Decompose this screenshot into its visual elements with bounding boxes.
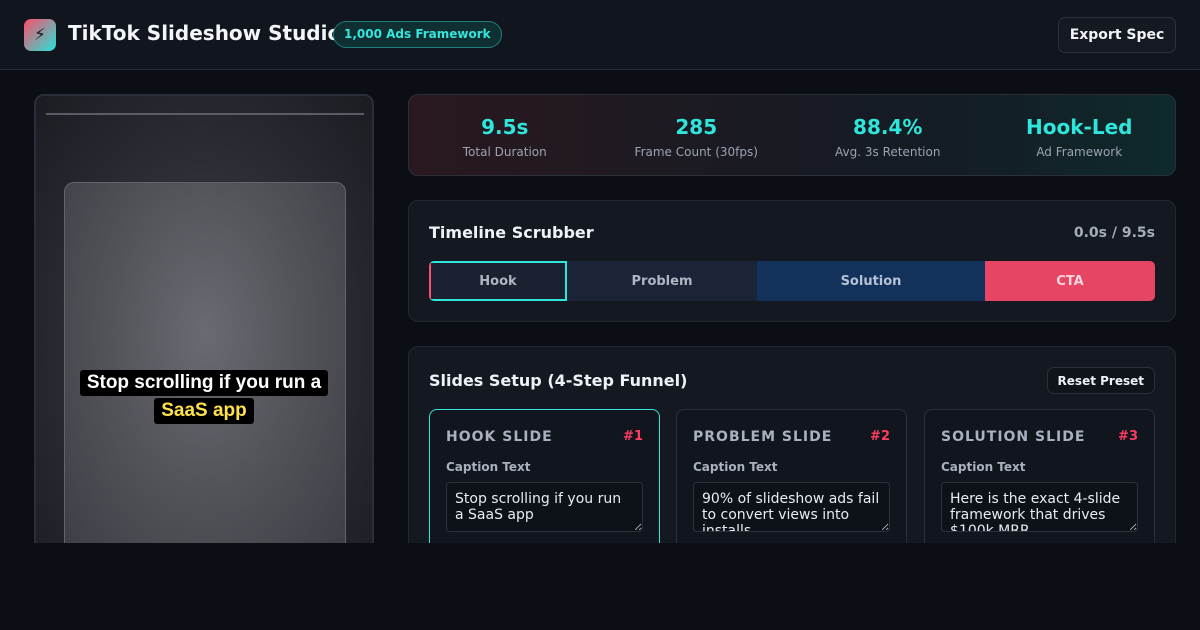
stat-label: Frame Count (30fps) <box>634 145 758 159</box>
stat-label: Total Duration <box>462 145 547 159</box>
caption-text-input[interactable]: 90% of slideshow ads fail to convert vie… <box>693 482 890 532</box>
reset-preset-button[interactable]: Reset Preset <box>1046 367 1155 394</box>
stat-value: 9.5s <box>481 115 529 139</box>
export-spec-button[interactable]: Export Spec <box>1058 17 1176 53</box>
story-progress-bar <box>46 113 364 115</box>
stat-retention: 88.4% Avg. 3s Retention <box>792 95 984 175</box>
caption-highlight: SaaS app <box>154 398 254 424</box>
caption-label: Caption Text <box>446 460 531 474</box>
timeline-track[interactable]: Hook Problem Solution CTA <box>429 261 1155 301</box>
timecode: 0.0s / 9.5s <box>1073 225 1155 241</box>
segment-problem[interactable]: Problem <box>567 261 757 301</box>
stat-label: Ad Framework <box>1036 145 1123 159</box>
stat-label: Avg. 3s Retention <box>835 145 941 159</box>
slide-name: SOLUTION SLIDE <box>941 429 1086 445</box>
viewport-cutoff <box>0 543 1200 630</box>
segment-hook[interactable]: Hook <box>429 261 567 301</box>
slide-name: HOOK SLIDE <box>446 429 553 445</box>
segment-solution[interactable]: Solution <box>757 261 985 301</box>
stat-total-duration: 9.5s Total Duration <box>409 95 601 175</box>
slide-preview-card <box>64 182 346 552</box>
caption-text-input[interactable]: Stop scrolling if you run a SaaS app <box>446 482 643 532</box>
app-title: TikTok Slideshow Studio <box>68 21 342 45</box>
stat-value: Hook-Led <box>1026 115 1133 139</box>
caption-text-input[interactable]: Here is the exact 4-slide framework that… <box>941 482 1138 532</box>
preview-caption: Stop scrolling if you run a SaaS app <box>36 370 372 424</box>
caption-line: Stop scrolling if you run a <box>79 370 329 396</box>
slide-number: #1 <box>623 429 643 444</box>
caption-label: Caption Text <box>941 460 1026 474</box>
caption-label: Caption Text <box>693 460 778 474</box>
timeline-title: Timeline Scrubber <box>429 223 594 242</box>
phone-preview: Stop scrolling if you run a SaaS app <box>34 94 374 554</box>
top-bar: ⚡ TikTok Slideshow Studio 1,000 Ads Fram… <box>0 0 1200 70</box>
stat-value: 285 <box>675 115 718 139</box>
slide-number: #3 <box>1118 429 1138 444</box>
stat-value: 88.4% <box>853 115 923 139</box>
stats-banner: 9.5s Total Duration 285 Frame Count (30f… <box>408 94 1176 176</box>
framework-badge: 1,000 Ads Framework <box>333 21 502 48</box>
timeline-panel: Timeline Scrubber 0.0s / 9.5s Hook Probl… <box>408 200 1176 322</box>
stat-framework: Hook-Led Ad Framework <box>984 95 1176 175</box>
slide-number: #2 <box>870 429 890 444</box>
stat-frame-count: 285 Frame Count (30fps) <box>601 95 793 175</box>
segment-cta[interactable]: CTA <box>985 261 1155 301</box>
slides-title: Slides Setup (4-Step Funnel) <box>429 371 688 390</box>
slide-name: PROBLEM SLIDE <box>693 429 833 445</box>
lightning-icon: ⚡ <box>24 19 56 51</box>
